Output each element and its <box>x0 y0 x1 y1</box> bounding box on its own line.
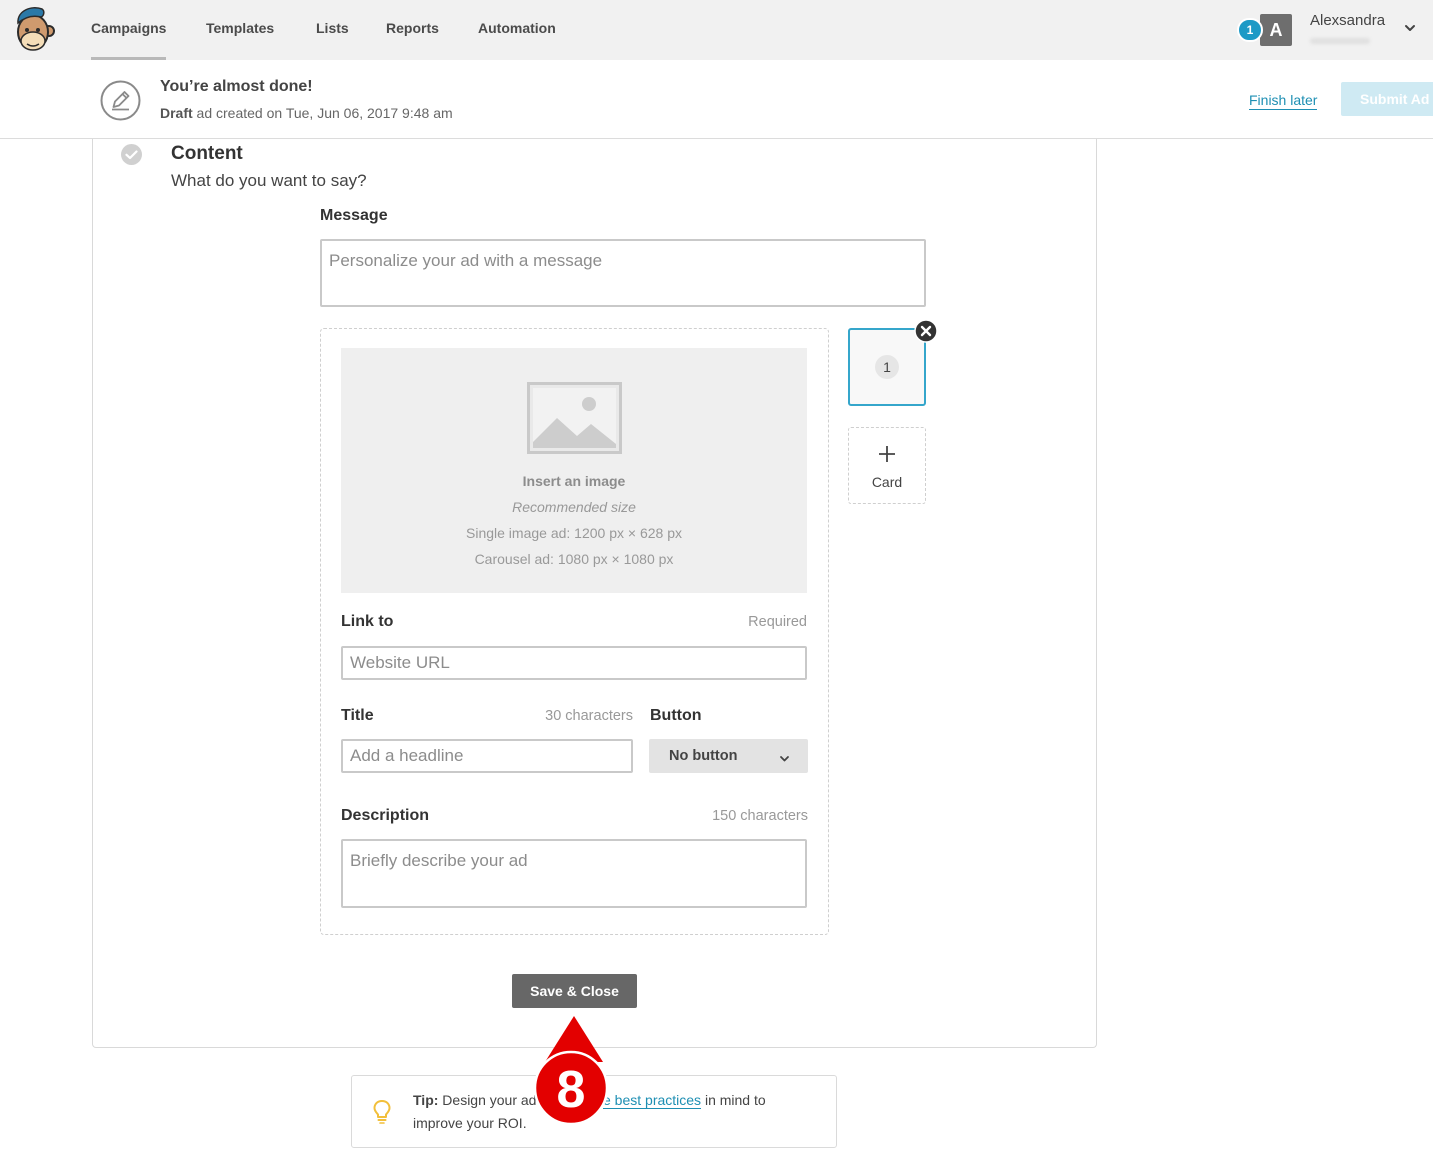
message-label: Message <box>320 207 388 224</box>
single-image-size: Single image ad: 1200 px × 628 px <box>466 525 682 541</box>
draft-created-date: ad created on Tue, Jun 06, 2017 9:48 am <box>192 105 453 121</box>
title-label: Title <box>341 707 374 724</box>
draft-status-label: Draft <box>160 105 193 121</box>
close-icon[interactable] <box>914 319 938 343</box>
link-label: Link to <box>341 613 394 630</box>
headline-input[interactable] <box>341 739 633 773</box>
message-field[interactable] <box>320 239 926 307</box>
mailchimp-logo-icon[interactable] <box>11 4 57 54</box>
tip-text-after: in mind to <box>701 1092 766 1108</box>
pencil-icon <box>100 80 141 121</box>
chevron-down-icon[interactable] <box>1403 21 1417 35</box>
chevron-down-icon <box>779 751 790 762</box>
insert-image-label: Insert an image <box>522 473 626 489</box>
save-close-button[interactable]: Save & Close <box>512 974 637 1008</box>
annotation-step-number: 8 <box>557 1061 586 1119</box>
tip-text-end: improve your ROI. <box>413 1115 527 1131</box>
tip-label: Tip: <box>413 1092 439 1108</box>
submit-ad-button[interactable]: Submit Ad <box>1341 82 1433 116</box>
carousel-image-size: Carousel ad: 1080 px × 1080 px <box>474 551 674 567</box>
nav-campaigns[interactable]: Campaigns <box>91 19 166 37</box>
card-number: 1 <box>875 355 899 379</box>
section-title: Content <box>171 143 243 164</box>
finish-later-link[interactable]: Finish later <box>1249 91 1318 110</box>
draft-status-text: Draft ad created on Tue, Jun 06, 2017 9:… <box>160 104 453 122</box>
add-card-label: Card <box>871 474 903 490</box>
page-title: You’re almost done! <box>160 78 313 95</box>
image-icon <box>527 382 622 454</box>
add-card-button[interactable] <box>848 427 926 504</box>
step-annotation: 8 <box>530 1012 614 1142</box>
user-account-redacted <box>1310 38 1370 44</box>
link-required-hint: Required <box>748 614 807 630</box>
description-character-limit: 150 characters <box>712 808 808 824</box>
tip-text-start: Tip: Design your ad <box>413 1091 536 1109</box>
check-circle-icon <box>120 143 143 166</box>
tip-text-middle: e best practices in mind to <box>603 1091 766 1109</box>
button-type-select[interactable]: No button <box>649 739 808 773</box>
plus-icon <box>877 444 897 464</box>
section-subtitle: What do you want to say? <box>171 171 367 190</box>
notification-badge[interactable]: 1 <box>1237 18 1263 42</box>
website-url-input[interactable] <box>341 646 807 680</box>
nav-lists[interactable]: Lists <box>316 19 349 37</box>
description-label: Description <box>341 807 430 824</box>
description-field[interactable] <box>341 839 807 908</box>
tip-text-before: Design your ad <box>438 1092 537 1108</box>
lightbulb-icon <box>372 1099 392 1124</box>
user-name[interactable]: Alexsandra <box>1310 12 1385 30</box>
nav-automation[interactable]: Automation <box>478 19 556 37</box>
draft-status-header <box>0 60 1433 139</box>
button-label: Button <box>650 707 702 724</box>
recommended-size-label: Recommended size <box>512 499 636 515</box>
button-select-value: No button <box>669 748 738 764</box>
title-character-limit: 30 characters <box>545 708 633 724</box>
nav-reports[interactable]: Reports <box>386 19 439 37</box>
nav-templates[interactable]: Templates <box>206 19 274 37</box>
best-practices-link[interactable]: e best practices <box>603 1092 702 1109</box>
avatar[interactable]: A <box>1260 14 1292 46</box>
